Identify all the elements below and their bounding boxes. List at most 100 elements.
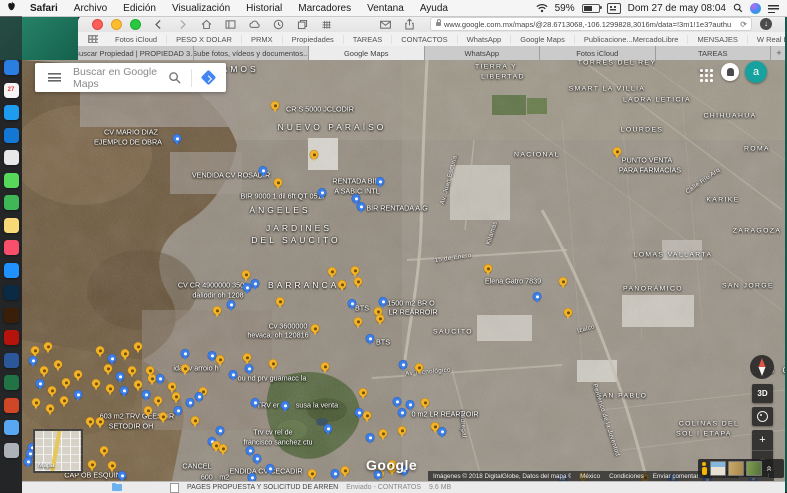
grid-button[interactable] <box>320 18 333 31</box>
map-pin[interactable] <box>438 427 446 435</box>
map-pin[interactable] <box>106 384 114 392</box>
map-pin[interactable] <box>118 471 126 479</box>
dock-icon-music[interactable] <box>4 240 19 255</box>
address-bar[interactable]: www.google.com.mx/maps/@28.6713068,-106.… <box>430 17 752 31</box>
map-pin[interactable] <box>104 364 112 372</box>
directions-icon[interactable] <box>201 70 217 86</box>
battery-icon[interactable] <box>582 4 600 13</box>
map-pin[interactable] <box>48 386 56 394</box>
bookmark-item[interactable]: TAREAS <box>344 35 392 44</box>
mail-button[interactable] <box>379 18 392 31</box>
map-pin[interactable] <box>311 324 319 332</box>
dock-icon-illustrator[interactable] <box>4 308 19 323</box>
map-pin[interactable] <box>121 349 129 357</box>
map-pin[interactable] <box>128 366 136 374</box>
map-pin[interactable] <box>96 346 104 354</box>
map-pin[interactable] <box>564 308 572 316</box>
downloads-button[interactable]: ↓ <box>760 18 772 30</box>
map-pin[interactable] <box>366 334 374 342</box>
map-pin[interactable] <box>74 390 82 398</box>
map-pin[interactable] <box>338 280 346 288</box>
map-pin[interactable] <box>321 362 329 370</box>
map-pin[interactable] <box>242 270 250 278</box>
map-pin[interactable] <box>96 417 104 425</box>
map-pin[interactable] <box>243 283 251 291</box>
map-pin[interactable] <box>229 370 237 378</box>
map-pin[interactable] <box>559 277 567 285</box>
map-pin[interactable] <box>116 372 124 380</box>
collapse-chevron-icon[interactable]: » <box>763 466 774 472</box>
menu-icon[interactable] <box>48 73 61 82</box>
reload-icon[interactable]: ⟳ <box>740 20 747 29</box>
input-source-icon[interactable] <box>607 3 621 14</box>
bookmark-item[interactable]: Google Maps <box>511 35 575 44</box>
map-pin[interactable] <box>376 177 384 185</box>
google-apps-icon[interactable] <box>700 69 703 72</box>
window-zoom-button[interactable] <box>130 19 141 30</box>
map-pin[interactable] <box>88 460 96 468</box>
map-pin[interactable] <box>253 454 261 462</box>
map-pin[interactable] <box>354 317 362 325</box>
dock-icon-notes[interactable] <box>4 218 19 233</box>
notifications-icon[interactable] <box>721 63 739 81</box>
map-pin[interactable] <box>219 444 227 452</box>
map-pin[interactable] <box>379 429 387 437</box>
map-pin[interactable] <box>281 401 289 409</box>
map-pin[interactable] <box>352 194 360 202</box>
imagery-thumbnail[interactable] <box>746 461 762 476</box>
menu-item[interactable]: Historial <box>238 3 290 14</box>
map-pin[interactable] <box>62 378 70 386</box>
map-pin[interactable] <box>366 433 374 441</box>
map-pin[interactable] <box>243 353 251 361</box>
dock-icon-excel[interactable] <box>4 375 19 390</box>
country-link[interactable]: México <box>580 473 600 480</box>
dock-icon-safari[interactable] <box>4 128 19 143</box>
map-pin[interactable] <box>310 150 318 158</box>
map-pin[interactable] <box>308 469 316 477</box>
map-pin[interactable] <box>29 356 37 364</box>
map-pin[interactable] <box>328 267 336 275</box>
map-pin[interactable] <box>331 469 339 477</box>
minimap-toggle[interactable]: Mapa <box>33 429 83 473</box>
tab-google-maps[interactable]: Google Maps <box>309 46 425 60</box>
menu-item[interactable]: Archivo <box>66 3 115 14</box>
imagery-thumbnail[interactable] <box>710 461 726 476</box>
3d-button[interactable]: 3D <box>752 384 773 403</box>
tab-fotos-icloud[interactable]: Fotos iCloud <box>540 46 656 60</box>
map-pin[interactable] <box>142 390 150 398</box>
map-pin[interactable] <box>108 354 116 362</box>
bookmark-item[interactable]: PESO X DOLAR <box>167 35 242 44</box>
map-pin[interactable] <box>269 359 277 367</box>
map-pin[interactable] <box>613 147 621 155</box>
map-pin[interactable] <box>195 392 203 400</box>
map-pin[interactable] <box>144 406 152 414</box>
map-pin[interactable] <box>154 396 162 404</box>
dock-icon-photos[interactable] <box>4 150 19 165</box>
map-pin[interactable] <box>363 411 371 419</box>
my-location-button[interactable] <box>752 407 773 426</box>
bookmark-item[interactable]: PRMX <box>242 35 283 44</box>
menu-item[interactable]: Safari <box>22 3 66 14</box>
sidebar-button[interactable] <box>224 18 237 31</box>
map-pin[interactable] <box>213 306 221 314</box>
dock-icon-acrobat[interactable] <box>4 330 19 345</box>
pegman-icon[interactable] <box>701 462 707 475</box>
map-pin[interactable] <box>216 426 224 434</box>
map-pin[interactable] <box>351 266 359 274</box>
map-pin[interactable] <box>46 404 54 412</box>
map-pin[interactable] <box>357 202 365 210</box>
map-pin[interactable] <box>208 351 216 359</box>
map-pin[interactable] <box>259 166 267 174</box>
map-pin[interactable] <box>227 300 235 308</box>
map-pin[interactable] <box>134 380 142 388</box>
map-pin[interactable] <box>172 392 180 400</box>
window-close-button[interactable] <box>92 19 103 30</box>
clock[interactable]: Dom 27 de may 08:04 <box>628 3 726 14</box>
map-pin[interactable] <box>174 406 182 414</box>
forward-button[interactable] <box>176 18 189 31</box>
map-pin[interactable] <box>398 426 406 434</box>
map-pin[interactable] <box>40 366 48 374</box>
notification-center-icon[interactable] <box>768 4 779 13</box>
history-button[interactable] <box>272 18 285 31</box>
map-pin[interactable] <box>181 349 189 357</box>
